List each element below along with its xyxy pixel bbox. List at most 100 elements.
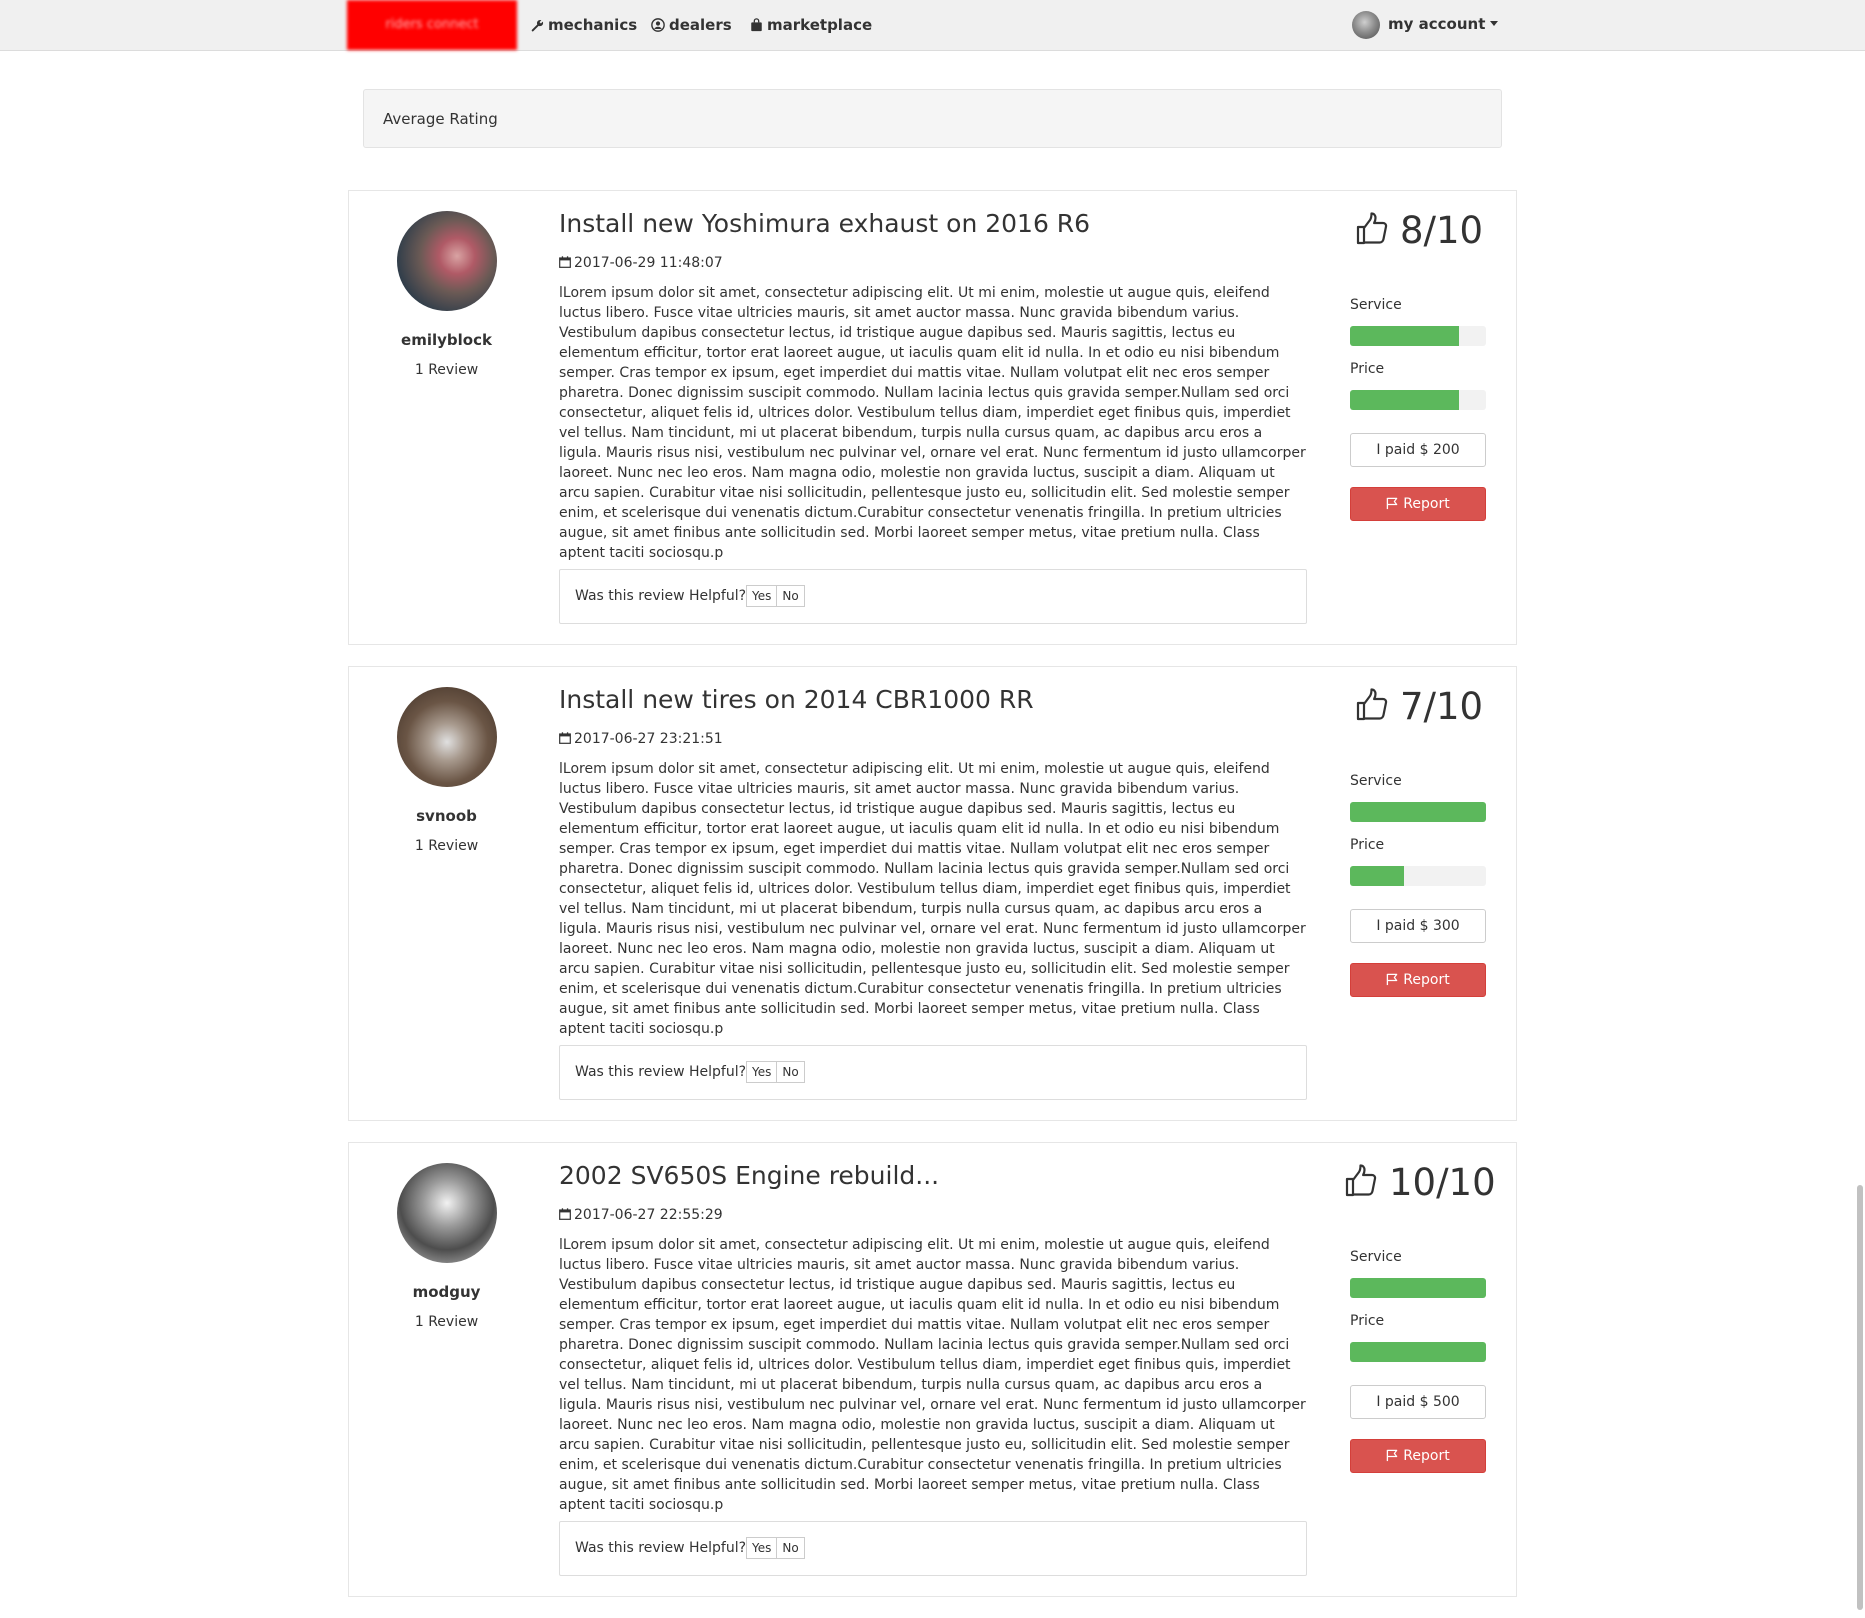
nav-dealers[interactable]: dealers [651,0,732,50]
service-rating-fill [1350,1278,1486,1298]
user-avatar[interactable] [397,1163,497,1263]
calendar-icon [559,1208,571,1220]
helpful-button-group: Yes No [746,585,805,607]
review-score-text: 7/10 [1400,685,1484,728]
user-review-count: 1 Review [414,1314,479,1330]
review-card: emilyblock 1 Review Install new Yoshimur… [348,190,1517,645]
review-title: Install new tires on 2014 CBR1000 RR [559,685,1034,714]
shopping-bag-icon [751,18,762,32]
helpful-label: Was this review Helpful? [575,588,747,604]
review-title: Install new Yoshimura exhaust on 2016 R6 [559,209,1091,238]
service-rating-fill [1350,326,1459,346]
helpful-yes-button[interactable]: Yes [746,1537,778,1559]
review-date-text: 2017-06-27 23:21:51 [574,731,723,747]
report-label: Report [1403,496,1450,512]
amount-paid-badge: I paid $ 200 [1350,433,1486,467]
thumbs-up-icon [1356,688,1388,721]
review-body: lLorem ipsum dolor sit amet, consectetur… [559,761,1306,1037]
helpful-label: Was this review Helpful? [575,1540,747,1556]
nav-mechanics-label: mechanics [548,16,638,34]
service-label: Service [1350,1249,1402,1265]
nav-marketplace-label: marketplace [767,16,873,34]
helpful-box: Was this review Helpful? Yes No [559,569,1307,624]
user-review-count: 1 Review [414,362,479,378]
review-date: 2017-06-27 22:55:29 [559,1207,723,1223]
amount-paid-badge: I paid $ 300 [1350,909,1486,943]
flag-icon [1387,497,1398,510]
price-label: Price [1350,361,1385,377]
brand-name: riders connect [385,17,479,32]
review-date: 2017-06-27 23:21:51 [559,731,723,747]
user-avatar[interactable] [397,687,497,787]
my-account-dropdown[interactable]: my account [1388,0,1499,50]
my-account-label: my account [1388,15,1486,33]
thumbs-up-icon [1345,1164,1377,1197]
calendar-icon [559,256,571,268]
price-rating-bar [1350,390,1486,410]
average-rating-label: Average Rating [383,110,498,128]
username[interactable]: emilyblock [349,331,544,349]
flag-icon [1387,973,1398,986]
top-navbar: riders connect mechanics dealers marketp… [0,0,1865,51]
user-avatar[interactable] [397,211,497,311]
price-rating-bar [1350,1342,1486,1362]
service-label: Service [1350,773,1402,789]
price-rating-bar [1350,866,1486,886]
helpful-yes-button[interactable]: Yes [746,585,778,607]
helpful-no-button[interactable]: No [777,1537,805,1559]
helpful-button-group: Yes No [746,1537,805,1559]
nav-dealers-label: dealers [669,16,732,34]
wrench-icon [531,19,544,32]
helpful-label: Was this review Helpful? [575,1064,747,1080]
amount-paid-badge: I paid $ 500 [1350,1385,1486,1419]
service-label: Service [1350,297,1402,313]
review-score: 8/10 [1356,209,1483,252]
flag-icon [1387,1449,1398,1462]
nav-mechanics[interactable]: mechanics [531,0,637,50]
helpful-yes-button[interactable]: Yes [746,1061,778,1083]
report-label: Report [1403,1448,1450,1464]
review-score-text: 8/10 [1400,209,1484,252]
review-score-text: 10/10 [1389,1161,1496,1204]
report-label: Report [1403,972,1450,988]
helpful-no-button[interactable]: No [777,585,805,607]
user-circle-icon [651,18,665,32]
page-scrollbar[interactable] [1857,1185,1863,1610]
review-score: 10/10 [1345,1161,1496,1204]
price-rating-fill [1350,390,1459,410]
helpful-box: Was this review Helpful? Yes No [559,1521,1307,1576]
review-score: 7/10 [1356,685,1483,728]
review-card: svnoob 1 Review Install new tires on 201… [348,666,1517,1121]
price-label: Price [1350,1313,1385,1329]
calendar-icon [559,732,571,744]
brand-logo[interactable]: riders connect [347,0,517,50]
account-avatar[interactable] [1352,11,1380,39]
average-rating-panel: Average Rating [363,89,1502,148]
report-button[interactable]: Report [1350,963,1486,997]
helpful-no-button[interactable]: No [777,1061,805,1083]
username[interactable]: svnoob [349,807,544,825]
review-title: 2002 SV650S Engine rebuild... [559,1161,940,1190]
service-rating-fill [1350,802,1486,822]
service-rating-bar [1350,802,1486,822]
review-body: lLorem ipsum dolor sit amet, consectetur… [559,285,1306,561]
price-label: Price [1350,837,1385,853]
price-rating-fill [1350,866,1405,886]
service-rating-bar [1350,1278,1486,1298]
price-rating-fill [1350,1342,1486,1362]
review-date-text: 2017-06-29 11:48:07 [574,255,723,271]
helpful-box: Was this review Helpful? Yes No [559,1045,1307,1100]
nav-marketplace[interactable]: marketplace [750,0,872,50]
report-button[interactable]: Report [1350,1439,1486,1473]
review-card: modguy 1 Review 2002 SV650S Engine rebui… [348,1142,1517,1597]
username[interactable]: modguy [349,1283,544,1301]
service-rating-bar [1350,326,1486,346]
caret-down-icon [1490,21,1499,26]
review-body: lLorem ipsum dolor sit amet, consectetur… [559,1237,1306,1513]
review-date: 2017-06-29 11:48:07 [559,255,723,271]
thumbs-up-icon [1356,212,1388,245]
user-review-count: 1 Review [414,838,479,854]
review-date-text: 2017-06-27 22:55:29 [574,1207,723,1223]
report-button[interactable]: Report [1350,487,1486,521]
helpful-button-group: Yes No [746,1061,805,1083]
